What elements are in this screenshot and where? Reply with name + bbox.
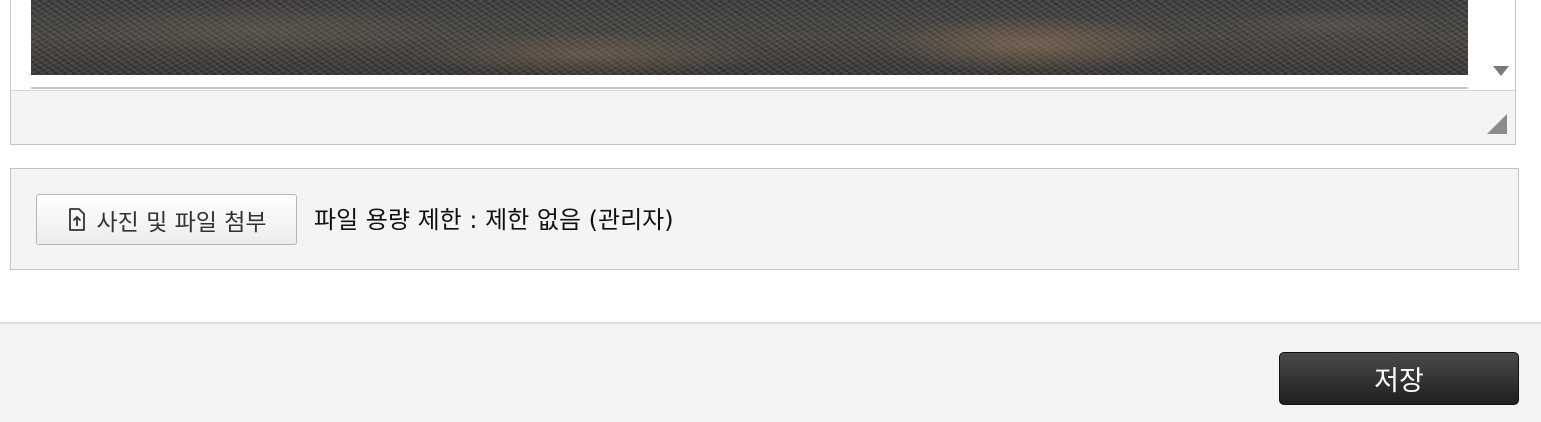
photo-divider [31, 87, 1468, 89]
editor-body[interactable] [11, 0, 1515, 90]
file-size-limit-text: 파일 용량 제한 : 제한 없음 (관리자) [314, 206, 674, 234]
inserted-photo[interactable] [31, 0, 1468, 75]
editor-scrollbar[interactable] [1487, 0, 1515, 90]
page: 사진 및 파일 첨부 파일 용량 제한 : 제한 없음 (관리자) 저장 [0, 0, 1541, 422]
attachment-panel: 사진 및 파일 첨부 파일 용량 제한 : 제한 없음 (관리자) [10, 168, 1519, 270]
attach-file-button[interactable]: 사진 및 파일 첨부 [36, 194, 297, 245]
content-editor[interactable] [10, 0, 1516, 145]
triangle-down-icon[interactable] [1493, 66, 1509, 76]
file-upload-icon [66, 207, 88, 232]
resize-handle-icon[interactable] [1487, 114, 1507, 134]
editor-footer [11, 90, 1515, 144]
save-button[interactable]: 저장 [1279, 352, 1519, 405]
attach-file-label: 사진 및 파일 첨부 [96, 209, 267, 236]
bottom-action-bar: 저장 [0, 322, 1541, 422]
